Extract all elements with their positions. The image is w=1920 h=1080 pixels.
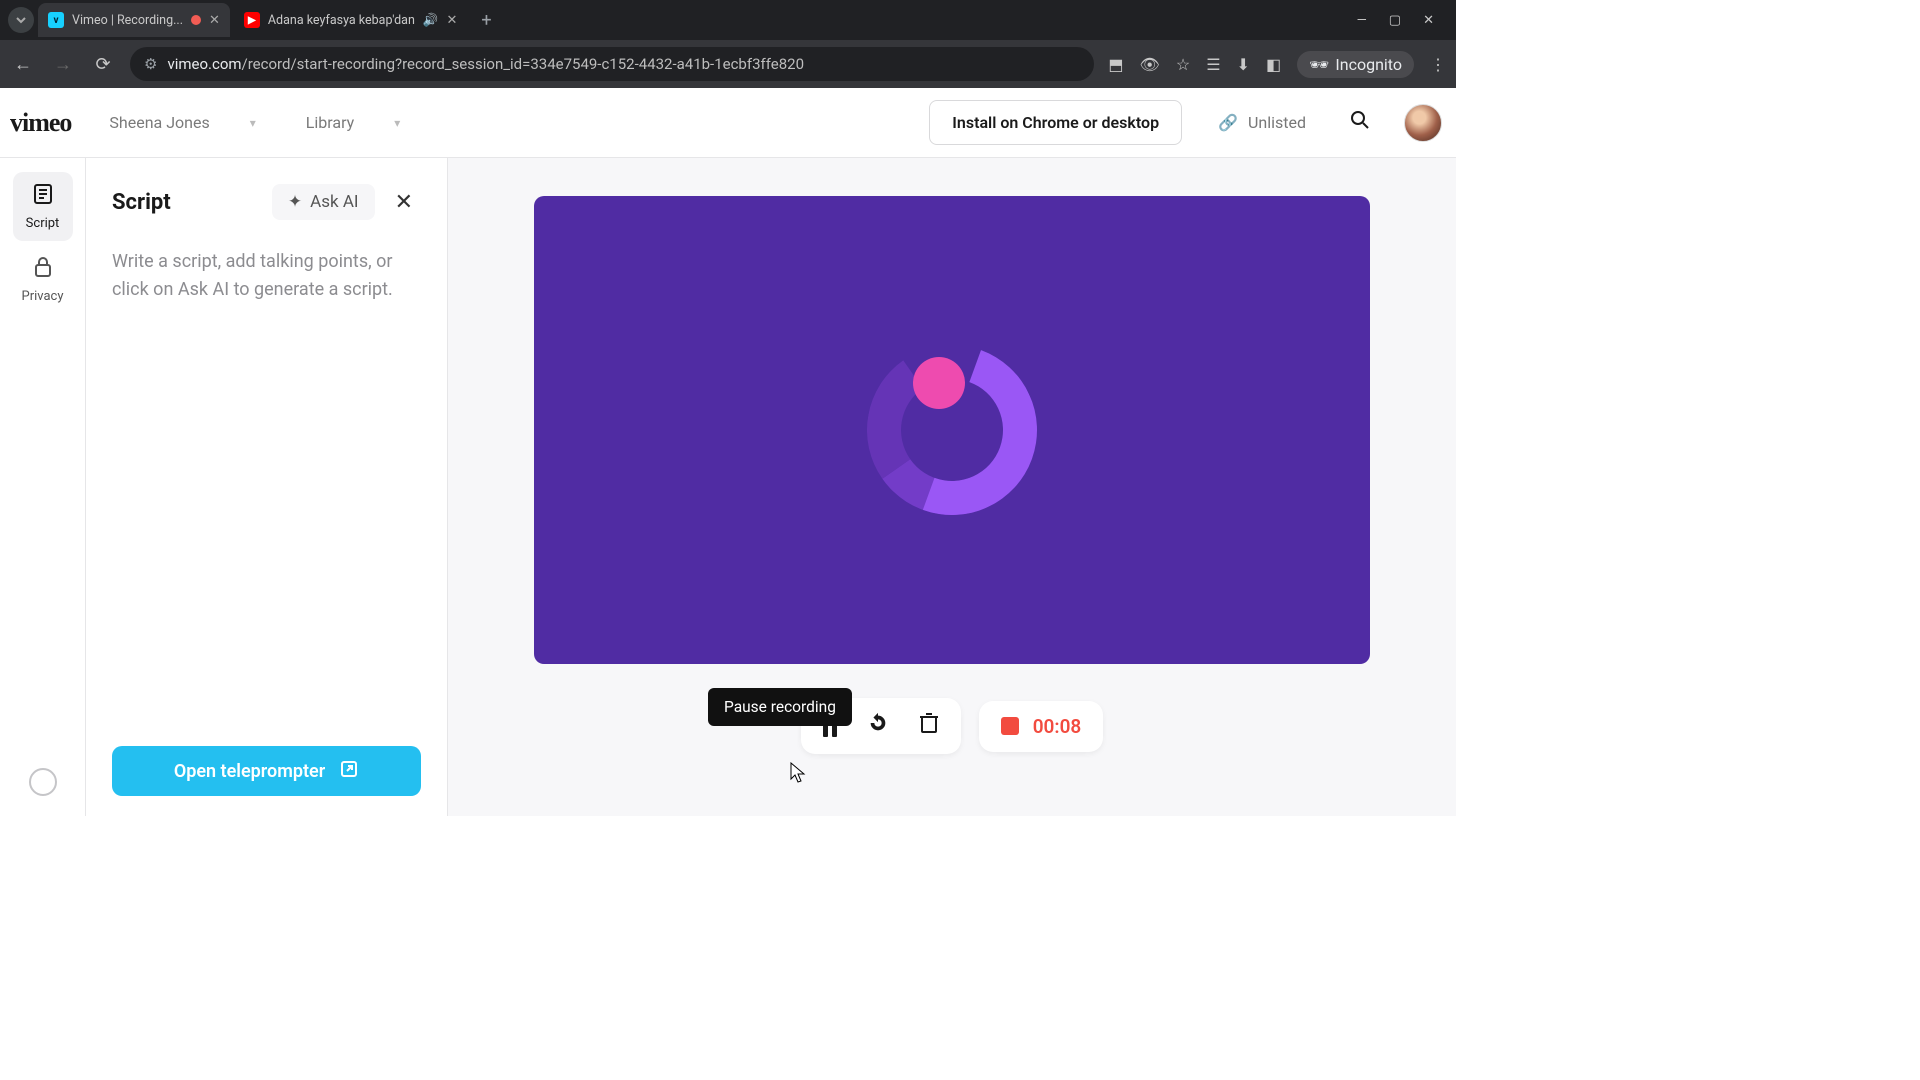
record-indicator-icon	[1001, 717, 1019, 735]
open-teleprompter-button[interactable]: Open teleprompter	[112, 746, 421, 796]
browser-tab-youtube[interactable]: ▶ Adana keyfasya kebap'dan 🔊 ✕	[234, 3, 467, 37]
visibility-label: Unlisted	[1248, 113, 1306, 132]
chevron-down-icon: ▾	[394, 116, 400, 130]
tab-title: Vimeo | Recording...	[72, 13, 183, 28]
script-icon	[31, 182, 55, 212]
teleprompter-label: Open teleprompter	[174, 761, 325, 782]
search-icon	[1350, 110, 1370, 130]
incognito-icon: 🕶	[1309, 55, 1329, 74]
lock-icon	[31, 255, 55, 285]
rail-label: Script	[26, 216, 60, 231]
chevron-down-icon	[15, 14, 27, 26]
reload-button[interactable]: ⟳	[90, 54, 116, 75]
pause-tooltip: Pause recording	[708, 688, 852, 726]
rail-footer-icon[interactable]	[29, 768, 57, 796]
close-panel-button[interactable]: ✕	[387, 186, 421, 219]
visibility-toggle[interactable]: 🔗 Unlisted	[1208, 113, 1316, 132]
user-dropdown-label: Sheena Jones	[109, 113, 209, 132]
vimeo-logo[interactable]: vimeo	[10, 108, 71, 138]
loading-spinner-icon	[867, 345, 1037, 515]
close-tab-icon[interactable]: ✕	[209, 13, 220, 28]
search-button[interactable]	[1342, 110, 1378, 135]
reading-list-icon[interactable]: ☰	[1206, 55, 1220, 74]
install-page-icon[interactable]: ⬒	[1108, 55, 1123, 74]
maximize-button[interactable]: ▢	[1389, 13, 1401, 28]
recording-stage: Pause recording 00:08	[448, 158, 1456, 816]
side-panel-icon[interactable]: ◧	[1266, 55, 1281, 74]
close-tab-icon[interactable]: ✕	[446, 13, 457, 28]
rail-item-privacy[interactable]: Privacy	[13, 245, 73, 314]
browser-tab-vimeo[interactable]: v Vimeo | Recording... ✕	[38, 3, 230, 37]
site-info-icon[interactable]: ⚙	[144, 55, 157, 73]
ask-ai-label: Ask AI	[310, 192, 358, 212]
tab-title: Adana keyfasya kebap'dan	[268, 13, 415, 28]
incognito-badge[interactable]: 🕶 Incognito	[1297, 51, 1414, 78]
mouse-cursor-icon	[790, 762, 808, 784]
audio-playing-icon[interactable]: 🔊	[423, 13, 439, 28]
tab-bar: v Vimeo | Recording... ✕ ▶ Adana keyfasy…	[0, 0, 1456, 40]
timer-value: 00:08	[1033, 715, 1082, 738]
bookmark-icon[interactable]: ☆	[1176, 55, 1190, 74]
user-avatar[interactable]	[1404, 104, 1442, 142]
incognito-label: Incognito	[1335, 55, 1402, 74]
folder-dropdown-label: Library	[306, 113, 354, 132]
panel-header: Script ✦ Ask AI ✕	[112, 184, 421, 220]
panel-title: Script	[112, 190, 171, 215]
vimeo-favicon: v	[48, 12, 64, 28]
ask-ai-button[interactable]: ✦ Ask AI	[272, 184, 375, 220]
left-rail: Script Privacy	[0, 158, 86, 816]
script-placeholder[interactable]: Write a script, add talking points, or c…	[112, 248, 421, 304]
delete-recording-button[interactable]	[919, 712, 939, 740]
rail-label: Privacy	[22, 289, 64, 304]
trash-icon	[919, 712, 939, 734]
video-preview	[534, 196, 1370, 664]
tab-search-dropdown[interactable]	[8, 7, 34, 33]
youtube-favicon: ▶	[244, 12, 260, 28]
browser-toolbar: ← → ⟳ ⚙ vimeo.com/record/start-recording…	[0, 40, 1456, 88]
back-button[interactable]: ←	[10, 54, 36, 75]
sparkle-icon: ✦	[288, 192, 302, 212]
restart-recording-button[interactable]	[867, 712, 889, 740]
address-bar[interactable]: ⚙ vimeo.com/record/start-recording?recor…	[130, 47, 1094, 81]
url-text: vimeo.com/record/start-recording?record_…	[167, 55, 804, 73]
rail-item-script[interactable]: Script	[13, 172, 73, 241]
minimize-button[interactable]: —	[1357, 13, 1367, 28]
app-header: vimeo Sheena Jones ▾ Library ▾ Install o…	[0, 88, 1456, 158]
user-dropdown[interactable]: Sheena Jones ▾	[97, 105, 267, 140]
browser-menu-icon[interactable]: ⋮	[1430, 55, 1446, 74]
restart-icon	[867, 712, 889, 734]
install-button[interactable]: Install on Chrome or desktop	[929, 100, 1182, 145]
new-tab-button[interactable]: +	[471, 10, 501, 31]
window-controls: — ▢ ✕	[1357, 13, 1448, 28]
eye-off-icon[interactable]: 👁	[1140, 55, 1160, 74]
external-link-icon	[339, 759, 359, 784]
close-window-button[interactable]: ✕	[1423, 13, 1434, 28]
downloads-icon[interactable]: ⬇	[1237, 55, 1250, 74]
chevron-down-icon: ▾	[250, 116, 256, 130]
forward-button: →	[50, 54, 76, 75]
recording-timer: 00:08	[979, 701, 1104, 752]
script-panel: Script ✦ Ask AI ✕ Write a script, add ta…	[86, 158, 448, 816]
toolbar-actions: ⬒ 👁 ☆ ☰ ⬇ ◧ 🕶 Incognito ⋮	[1108, 51, 1446, 78]
folder-dropdown[interactable]: Library ▾	[294, 105, 412, 140]
link-off-icon: 🔗	[1218, 113, 1238, 132]
recording-indicator-icon	[191, 15, 201, 25]
browser-chrome: v Vimeo | Recording... ✕ ▶ Adana keyfasy…	[0, 0, 1456, 88]
app-body: Script Privacy Script ✦ Ask AI ✕ Write a…	[0, 158, 1456, 816]
